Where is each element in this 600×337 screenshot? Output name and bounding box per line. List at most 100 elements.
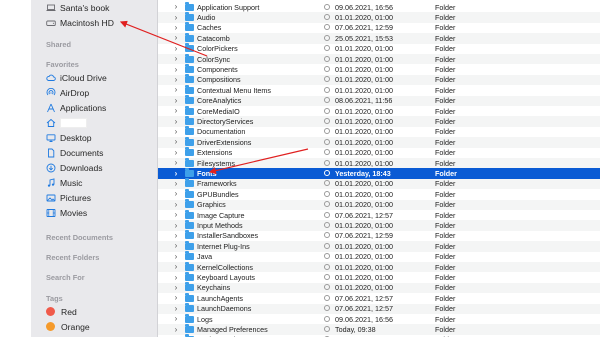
table-row[interactable]: › LaunchDaemons 07.06.2021, 12:57 Folder [158,303,600,314]
disclosure-chevron-icon[interactable]: › [172,314,180,324]
table-row[interactable]: › Fonts Yesterday, 18:43 Folder [158,167,600,179]
sidebar-item-label: Pictures [60,192,92,203]
disclosure-chevron-icon[interactable]: › [172,148,180,158]
tags-header: Tags [46,294,63,303]
table-row[interactable]: › Contextual Menu Items 01.01.2020, 01:00 F… [158,84,600,95]
disclosure-chevron-icon[interactable]: › [172,293,180,303]
sidebar-item-movies[interactable]: Movies [46,206,87,219]
sync-status-icon [324,221,330,228]
folder-icon [185,251,194,261]
table-row[interactable]: › Image Capture 07.06.2021, 12:57 Folder [158,209,600,220]
table-row[interactable]: › Java 01.01.2020, 01:00 Folder [158,251,600,262]
sidebar-tag-red[interactable]: Red [46,305,77,318]
sidebar-item-label: iCloud Drive [60,72,107,83]
disclosure-chevron-icon[interactable]: › [172,33,180,43]
table-row[interactable]: › Frameworks 01.01.2020, 01:00 Folder [158,178,600,190]
table-row[interactable]: › Keychains 01.01.2020, 01:00 Folder [158,282,600,294]
table-row[interactable]: › Components 01.01.2020, 01:00 Folder [158,63,600,75]
disclosure-chevron-icon[interactable]: › [172,221,180,231]
disclosure-chevron-icon[interactable]: › [172,252,180,262]
disclosure-chevron-icon[interactable]: › [172,169,180,179]
date-modified: 01.01.2020, 01:00 [335,189,393,199]
date-modified: 01.01.2020, 01:00 [335,13,393,23]
disclosure-chevron-icon[interactable]: › [172,189,180,199]
sidebar-item-home[interactable] [46,116,87,129]
file-name: LaunchAgents [197,293,243,303]
file-kind: Folder [435,304,456,314]
table-row[interactable]: › Extensions 01.01.2020, 01:00 Folder [158,147,600,158]
table-row[interactable]: › GPUBundles 01.01.2020, 01:00 Folder [158,188,600,199]
disclosure-chevron-icon[interactable]: › [172,23,180,33]
disclosure-chevron-icon[interactable]: › [172,304,180,314]
date-modified: 07.06.2021, 12:59 [335,23,393,33]
disclosure-chevron-icon[interactable]: › [172,137,180,147]
sidebar-item-macintosh-hd[interactable]: Macintosh HD [46,16,114,29]
sidebar-item-documents[interactable]: Documents [46,146,103,159]
disclosure-chevron-icon[interactable]: › [172,127,180,137]
table-row[interactable]: › Documentation 01.01.2020, 01:00 Folder [158,126,600,137]
disclosure-chevron-icon[interactable]: › [172,54,180,64]
disclosure-chevron-icon[interactable]: › [172,44,180,54]
table-row[interactable]: › InstallerSandboxes 07.06.2021, 12:59 Fold… [158,230,600,241]
sidebar-item-desktop[interactable]: Desktop [46,131,92,144]
table-row[interactable]: › ColorPickers 01.01.2020, 01:00 Folder [158,43,600,54]
disclosure-chevron-icon[interactable]: › [172,231,180,241]
disclosure-chevron-icon[interactable]: › [172,241,180,251]
sidebar-item-downloads[interactable]: Downloads [46,161,103,174]
table-row[interactable]: › ColorSync 01.01.2020, 01:00 Folder [158,53,600,65]
table-row[interactable]: › Caches 07.06.2021, 12:59 Folder [158,22,600,33]
table-row[interactable]: › Managed Preferences Today, 09:38 Folder [158,323,600,335]
disclosure-chevron-icon[interactable]: › [172,2,180,12]
sidebar-item-music[interactable]: Music [46,176,82,189]
table-row[interactable]: › Application Support 09.06.2021, 16:56 Fol… [158,1,600,12]
disclosure-chevron-icon[interactable]: › [172,179,180,189]
table-row[interactable]: › CoreAnalytics 08.06.2021, 11:56 Folder [158,95,600,106]
sidebar-item-airdrop[interactable]: AirDrop [46,86,89,99]
table-row[interactable]: › CoreMediaIO 01.01.2020, 01:00 Folder [158,105,600,116]
disclosure-chevron-icon[interactable]: › [172,13,180,23]
table-row[interactable]: › DirectoryServices 01.01.2020, 01:00 Folde… [158,115,600,127]
table-row[interactable]: › Internet Plug-Ins 01.01.2020, 01:00 Folde… [158,240,600,252]
table-row[interactable]: › Input Methods 01.01.2020, 01:00 Folder [158,219,600,231]
date-modified: 01.01.2020, 01:00 [335,148,393,158]
disclosure-chevron-icon[interactable]: › [172,283,180,293]
table-row[interactable]: › DriverExtensions 01.01.2020, 01:00 Folder [158,136,600,148]
sidebar-item-icloud-drive[interactable]: iCloud Drive [46,71,107,84]
disclosure-chevron-icon[interactable]: › [172,210,180,220]
table-row[interactable]: › Keyboard Layouts 01.01.2020, 01:00 Folder [158,271,600,283]
disclosure-chevron-icon[interactable]: › [172,117,180,127]
disclosure-chevron-icon[interactable]: › [172,96,180,106]
sidebar-tag-orange[interactable]: Orange [46,320,90,333]
file-name: DriverExtensions [197,137,252,147]
disclosure-chevron-icon[interactable]: › [172,106,180,116]
file-name: Java [197,252,213,262]
table-row[interactable]: › Logs 09.06.2021, 16:56 Folder [158,313,600,324]
recent-folders-header[interactable]: Recent Folders [46,253,99,262]
disclosure-chevron-icon[interactable]: › [172,262,180,272]
sidebar-item-pictures[interactable]: Pictures [46,191,91,204]
date-modified: 01.01.2020, 01:00 [335,44,393,54]
table-row[interactable]: › Catacomb 25.05.2021, 15:53 Folder [158,32,600,44]
sidebar-item-label: AirDrop [60,87,90,98]
disclosure-chevron-icon[interactable]: › [172,158,180,168]
disclosure-chevron-icon[interactable]: › [172,85,180,95]
disclosure-chevron-icon[interactable]: › [172,200,180,210]
disclosure-chevron-icon[interactable]: › [172,325,180,335]
table-row[interactable]: › Graphics 01.01.2020, 01:00 Folder [158,199,600,210]
disclosure-chevron-icon[interactable]: › [172,75,180,85]
recent-documents-header[interactable]: Recent Documents [46,233,113,242]
disclosure-chevron-icon[interactable]: › [172,273,180,283]
table-row[interactable]: › Compositions 01.01.2020, 01:00 Folder [158,74,600,86]
folder-icon [185,157,194,167]
table-row[interactable]: › LaunchAgents 07.06.2021, 12:57 Folder [158,292,600,303]
sync-status-icon [324,65,330,72]
sidebar-item-santas-book[interactable]: Santa's book [46,1,109,14]
disclosure-chevron-icon[interactable]: › [172,65,180,75]
sidebar-item-applications[interactable]: Applications [46,101,106,114]
table-row[interactable]: › Filesystems 01.01.2020, 01:00 Folder [158,157,600,169]
table-row[interactable]: › KernelCollections 01.01.2020, 01:00 Folde… [158,261,600,273]
folder-icon [185,147,194,157]
table-row[interactable]: › Audio 01.01.2020, 01:00 Folder [158,11,600,23]
file-kind: Folder [435,85,456,95]
file-kind: Folder [435,137,456,147]
